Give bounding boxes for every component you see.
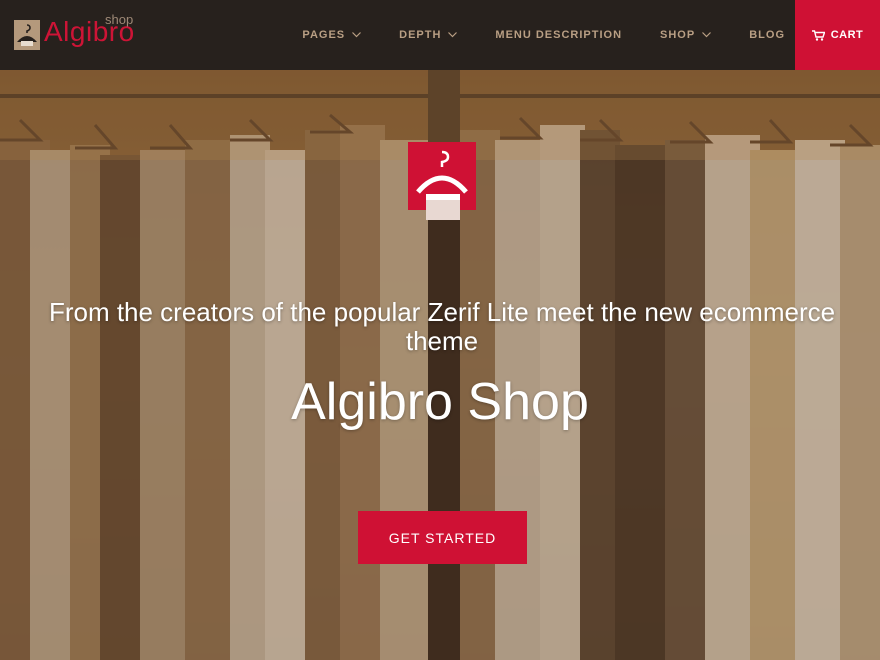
- site-logo[interactable]: Algibro shop: [14, 12, 154, 56]
- nav-item-label: DEPTH: [399, 29, 442, 41]
- nav-item-shop[interactable]: SHOP: [660, 29, 712, 41]
- shopping-cart-icon: [811, 29, 825, 41]
- nav-item-label: MENU DESCRIPTION: [495, 29, 623, 41]
- nav-item-depth[interactable]: DEPTH: [399, 29, 458, 41]
- nav-item-menu-description[interactable]: MENU DESCRIPTION: [495, 29, 622, 41]
- nav-item-pages[interactable]: PAGES: [302, 29, 362, 41]
- cart-label: CART: [830, 29, 864, 41]
- main-nav: PAGES DEPTH MENU DESCRIPTION SHOP BLOG: [264, 0, 785, 70]
- logo-hanger-icon: [14, 20, 40, 50]
- hero-tagline: From the creators of the popular Zerif L…: [48, 297, 836, 356]
- chevron-down-icon: [702, 32, 712, 38]
- logo-subtitle: shop: [105, 12, 134, 27]
- hero-section: From the creators of the popular Zerif L…: [0, 70, 880, 660]
- nav-item-label: BLOG: [749, 29, 785, 41]
- hero-title: Algibro Shop: [291, 373, 589, 431]
- site-header: Algibro shop PAGES DEPTH MENU DESCRIPTIO…: [0, 0, 880, 70]
- cart-button[interactable]: CART: [795, 0, 880, 70]
- nav-item-label: SHOP: [660, 29, 696, 41]
- nav-item-label: PAGES: [302, 29, 346, 41]
- get-started-button[interactable]: GET STARTED: [358, 511, 527, 564]
- chevron-down-icon: [448, 32, 458, 38]
- chevron-down-icon: [352, 32, 362, 38]
- hanger-icon: [408, 142, 476, 220]
- nav-item-blog[interactable]: BLOG: [749, 29, 785, 41]
- page: Algibro shop PAGES DEPTH MENU DESCRIPTIO…: [0, 0, 880, 660]
